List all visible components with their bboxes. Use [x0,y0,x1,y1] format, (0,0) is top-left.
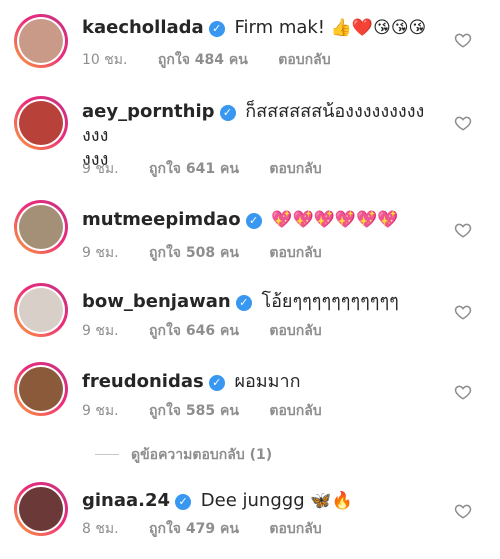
verified-badge-icon: ✓ [208,375,225,391]
comment-text: ผอมมาก [234,371,301,392]
reply-button[interactable]: ตอบกลับ [269,323,321,339]
comment-emoji: 👍❤️😘😘😘 [330,18,427,38]
comment-time: 8 ชม. [82,521,119,537]
reply-button[interactable]: ตอบกลับ [269,403,321,419]
username[interactable]: mutmeepimdao [82,209,241,230]
comment-emoji: 🦋🔥 [310,491,353,511]
like-count[interactable]: ถูกใจ 641 คน [149,161,239,177]
heart-icon[interactable] [454,502,472,520]
comment-time: 9 ชม. [82,403,119,419]
like-count[interactable]: ถูกใจ 585 คน [149,403,239,419]
username[interactable]: kaechollada [82,17,204,38]
like-count[interactable]: ถูกใจ 508 คน [149,245,239,261]
reply-button[interactable]: ตอบกลับ [269,245,321,261]
verified-badge-icon: ✓ [175,494,192,510]
comment-text: Firm mak! [234,17,326,38]
view-replies-label: ดูข้อความตอบกลับ (1) [131,447,273,463]
like-count[interactable]: ถูกใจ 479 คน [149,521,239,537]
avatar[interactable] [14,283,68,337]
avatar[interactable] [14,200,68,254]
verified-badge-icon: ✓ [245,213,262,229]
comment-emoji: 💖💖💖💖💖💖 [271,210,399,230]
username[interactable]: aey_pornthip [82,101,215,122]
avatar[interactable] [14,362,68,416]
like-count[interactable]: ถูกใจ 484 คน [158,52,248,68]
comment-meta: 9 ชม. ถูกใจ 641 คน ตอบกลับ [82,160,348,178]
reply-button[interactable]: ตอบกลับ [278,52,330,68]
username[interactable]: bow_benjawan [82,291,231,312]
comment-time: 10 ชม. [82,52,128,68]
comment-meta: 8 ชม. ถูกใจ 479 คน ตอบกลับ [82,520,348,538]
comment-time: 9 ชม. [82,161,119,177]
verified-badge-icon: ✓ [219,105,236,121]
verified-badge-icon: ✓ [235,295,252,311]
reply-button[interactable]: ตอบกลับ [269,521,321,537]
heart-icon[interactable] [454,114,472,132]
heart-icon[interactable] [454,31,472,49]
avatar[interactable] [14,482,68,536]
reply-button[interactable]: ตอบกลับ [269,161,321,177]
comment-time: 9 ชม. [82,245,119,261]
comment-text: โอ้ยๆๆๆๆๆๆๆๆๆๆๆ [261,291,399,312]
comment-time: 9 ชม. [82,323,119,339]
divider [95,454,119,455]
comment-meta: 9 ชม. ถูกใจ 585 คน ตอบกลับ [82,402,348,420]
comment-meta: 9 ชม. ถูกใจ 508 คน ตอบกลับ [82,244,348,262]
comment-meta: 9 ชม. ถูกใจ 646 คน ตอบกลับ [82,322,348,340]
username[interactable]: freudonidas [82,371,204,392]
heart-icon[interactable] [454,221,472,239]
comment-text: Dee junggg [200,490,305,511]
avatar[interactable] [14,96,68,150]
avatar[interactable] [14,14,68,68]
like-count[interactable]: ถูกใจ 646 คน [149,323,239,339]
comment-meta: 10 ชม. ถูกใจ 484 คน ตอบกลับ [82,51,357,69]
verified-badge-icon: ✓ [208,21,225,37]
heart-icon[interactable] [454,383,472,401]
heart-icon[interactable] [454,303,472,321]
username[interactable]: ginaa.24 [82,490,170,511]
view-replies-link[interactable]: ดูข้อความตอบกลับ (1) [95,446,272,464]
